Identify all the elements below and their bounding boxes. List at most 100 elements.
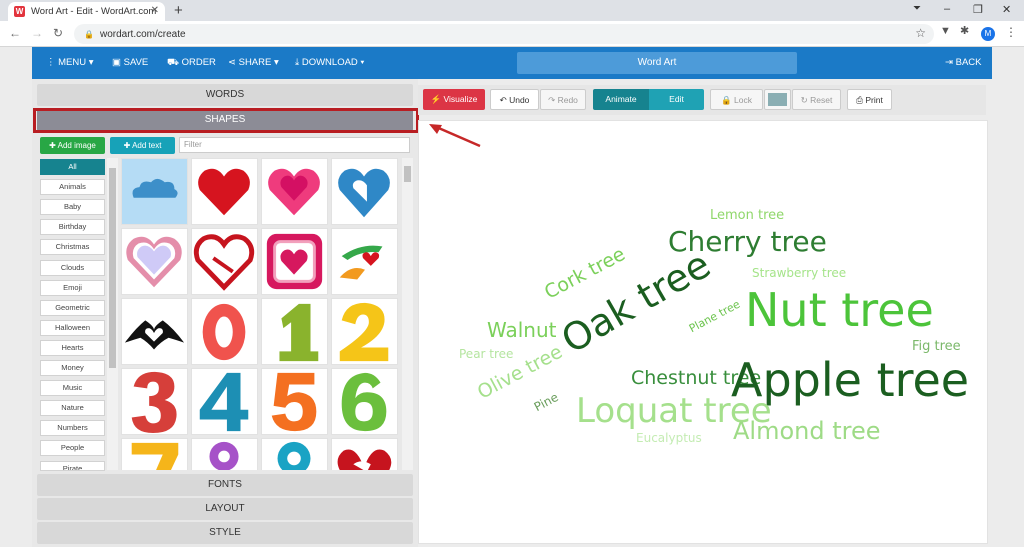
word-lemon[interactable]: Lemon tree: [710, 208, 784, 223]
word-pine[interactable]: Pine: [532, 390, 561, 414]
order-button[interactable]: ⛟ ORDER: [167, 57, 216, 69]
word-plane[interactable]: Plane tree: [687, 298, 742, 336]
category-baby[interactable]: Baby: [40, 199, 105, 216]
shape-hands-heart-black[interactable]: [121, 298, 188, 365]
browser-tab[interactable]: W Word Art - Edit - WordArt.com ✕: [8, 2, 165, 21]
undo-button[interactable]: ↶ Undo: [490, 89, 539, 110]
order-label: ORDER: [181, 57, 216, 68]
extension-filter-icon[interactable]: ▼: [940, 25, 951, 37]
word-eucalyptus[interactable]: Eucalyptus: [636, 431, 702, 445]
url-field[interactable]: 🔒 wordart.com/create ☆: [74, 24, 934, 44]
download-label: DOWNLOAD: [301, 57, 358, 68]
shape-heart-arrow[interactable]: [191, 228, 258, 295]
word-pear[interactable]: Pear tree: [459, 347, 513, 361]
shape-heart-pink[interactable]: [261, 158, 328, 225]
category-numbers[interactable]: Numbers: [40, 420, 105, 437]
category-people[interactable]: People: [40, 440, 105, 457]
shape-grid-scrollbar-thumb[interactable]: [404, 166, 411, 182]
word-almond[interactable]: Almond tree: [733, 417, 881, 445]
layout-section-header[interactable]: LAYOUT: [37, 498, 413, 520]
shape-heart-frame[interactable]: [261, 228, 328, 295]
number-six-icon: [341, 372, 387, 432]
heart-icon: [337, 449, 392, 470]
shape-number-3[interactable]: [121, 368, 188, 435]
download-button[interactable]: ⤓ DOWNLOAD ▾: [295, 57, 364, 68]
share-button[interactable]: ⋖ SHARE ▾: [228, 57, 279, 68]
shape-number-4[interactable]: [191, 368, 258, 435]
extensions-puzzle-icon[interactable]: ✱: [960, 24, 969, 37]
category-scrollbar[interactable]: [107, 158, 118, 470]
shape-number-1[interactable]: [261, 298, 328, 365]
print-button[interactable]: ⎙ Print: [847, 89, 892, 110]
artwork-title-field[interactable]: Word Art: [517, 52, 797, 74]
word-strawberry[interactable]: Strawberry tree: [752, 266, 846, 280]
new-tab-icon[interactable]: +: [174, 2, 183, 19]
back-arrow-icon[interactable]: ←: [9, 26, 21, 40]
close-tab-icon[interactable]: ✕: [151, 5, 159, 16]
tab-search-icon[interactable]: ⏷: [913, 3, 921, 14]
menu-button[interactable]: ⋮ MENU ▾: [46, 57, 94, 68]
category-emoji[interactable]: Emoji: [40, 279, 105, 296]
reload-icon[interactable]: ↻: [53, 26, 63, 40]
category-money[interactable]: Money: [40, 360, 105, 376]
restore-icon[interactable]: ❐: [973, 3, 983, 16]
style-section-header[interactable]: STYLE: [37, 522, 413, 544]
shape-cloud[interactable]: [121, 158, 188, 225]
bookmark-star-icon[interactable]: ☆: [915, 26, 926, 40]
category-geometric[interactable]: Geometric: [40, 299, 105, 316]
shape-number-7[interactable]: [121, 438, 188, 470]
lock-button[interactable]: 🔒 Lock: [710, 89, 763, 110]
add-image-button[interactable]: ✚ Add image: [40, 137, 105, 154]
category-birthday[interactable]: Birthday: [40, 219, 105, 236]
redo-button[interactable]: ↷ Redo: [540, 89, 586, 110]
back-button[interactable]: ⇥ BACK: [945, 57, 981, 68]
category-scrollbar-thumb[interactable]: [109, 168, 116, 368]
color-swatch-button[interactable]: [764, 89, 791, 110]
filter-input[interactable]: Filter: [179, 137, 410, 153]
shape-heart-broken[interactable]: [331, 438, 398, 470]
save-button[interactable]: ▣ SAVE: [112, 57, 148, 68]
lock-icon: 🔒: [84, 29, 94, 39]
words-section-header[interactable]: WORDS: [37, 84, 413, 106]
category-clouds[interactable]: Clouds: [40, 259, 105, 276]
category-animals[interactable]: Animals: [40, 179, 105, 196]
word-nut[interactable]: Nut tree: [745, 283, 934, 337]
shape-number-0[interactable]: [191, 298, 258, 365]
animate-button[interactable]: Animate: [593, 89, 649, 110]
menu-label: MENU: [58, 57, 87, 68]
word-walnut[interactable]: Walnut: [487, 318, 557, 342]
forward-arrow-icon[interactable]: →: [31, 26, 43, 40]
category-christmas[interactable]: Christmas: [40, 239, 105, 256]
shape-number-2[interactable]: [331, 298, 398, 365]
browser-menu-icon[interactable]: ⋮: [1005, 25, 1017, 39]
shape-number-9[interactable]: [261, 438, 328, 470]
category-halloween[interactable]: Halloween: [40, 319, 105, 336]
category-hearts[interactable]: Hearts: [40, 339, 105, 356]
wordart-canvas[interactable]: Lemon tree Cherry tree Strawberry tree C…: [418, 120, 988, 544]
fonts-section-header[interactable]: FONTS: [37, 474, 413, 496]
shape-number-6[interactable]: [331, 368, 398, 435]
reset-button[interactable]: ↻ Reset: [792, 89, 841, 110]
word-oak[interactable]: Oak tree: [554, 242, 718, 362]
shape-hands-heart[interactable]: [331, 228, 398, 295]
heart-outline-icon: [126, 236, 182, 288]
visualize-label: Visualize: [443, 94, 478, 104]
word-fig[interactable]: Fig tree: [912, 339, 961, 354]
add-image-label: Add image: [57, 141, 96, 150]
category-nature[interactable]: Nature: [40, 400, 105, 417]
category-pirate[interactable]: Pirate: [40, 460, 105, 471]
shape-heart-red[interactable]: [191, 158, 258, 225]
edit-button[interactable]: Edit: [649, 89, 704, 110]
shape-number-5[interactable]: [261, 368, 328, 435]
shape-heart-outline-pink[interactable]: [121, 228, 188, 295]
visualize-button[interactable]: ⚡ Visualize: [423, 89, 485, 110]
minimize-icon[interactable]: –: [944, 3, 950, 15]
profile-avatar[interactable]: M: [981, 27, 995, 41]
close-window-icon[interactable]: ✕: [1002, 3, 1011, 16]
category-all[interactable]: All: [40, 159, 105, 175]
shape-number-8[interactable]: [191, 438, 258, 470]
category-music[interactable]: Music: [40, 380, 105, 397]
shape-grid-scrollbar[interactable]: [402, 158, 413, 470]
add-text-button[interactable]: ✚ Add text: [110, 137, 175, 154]
shape-heart-blue[interactable]: [331, 158, 398, 225]
